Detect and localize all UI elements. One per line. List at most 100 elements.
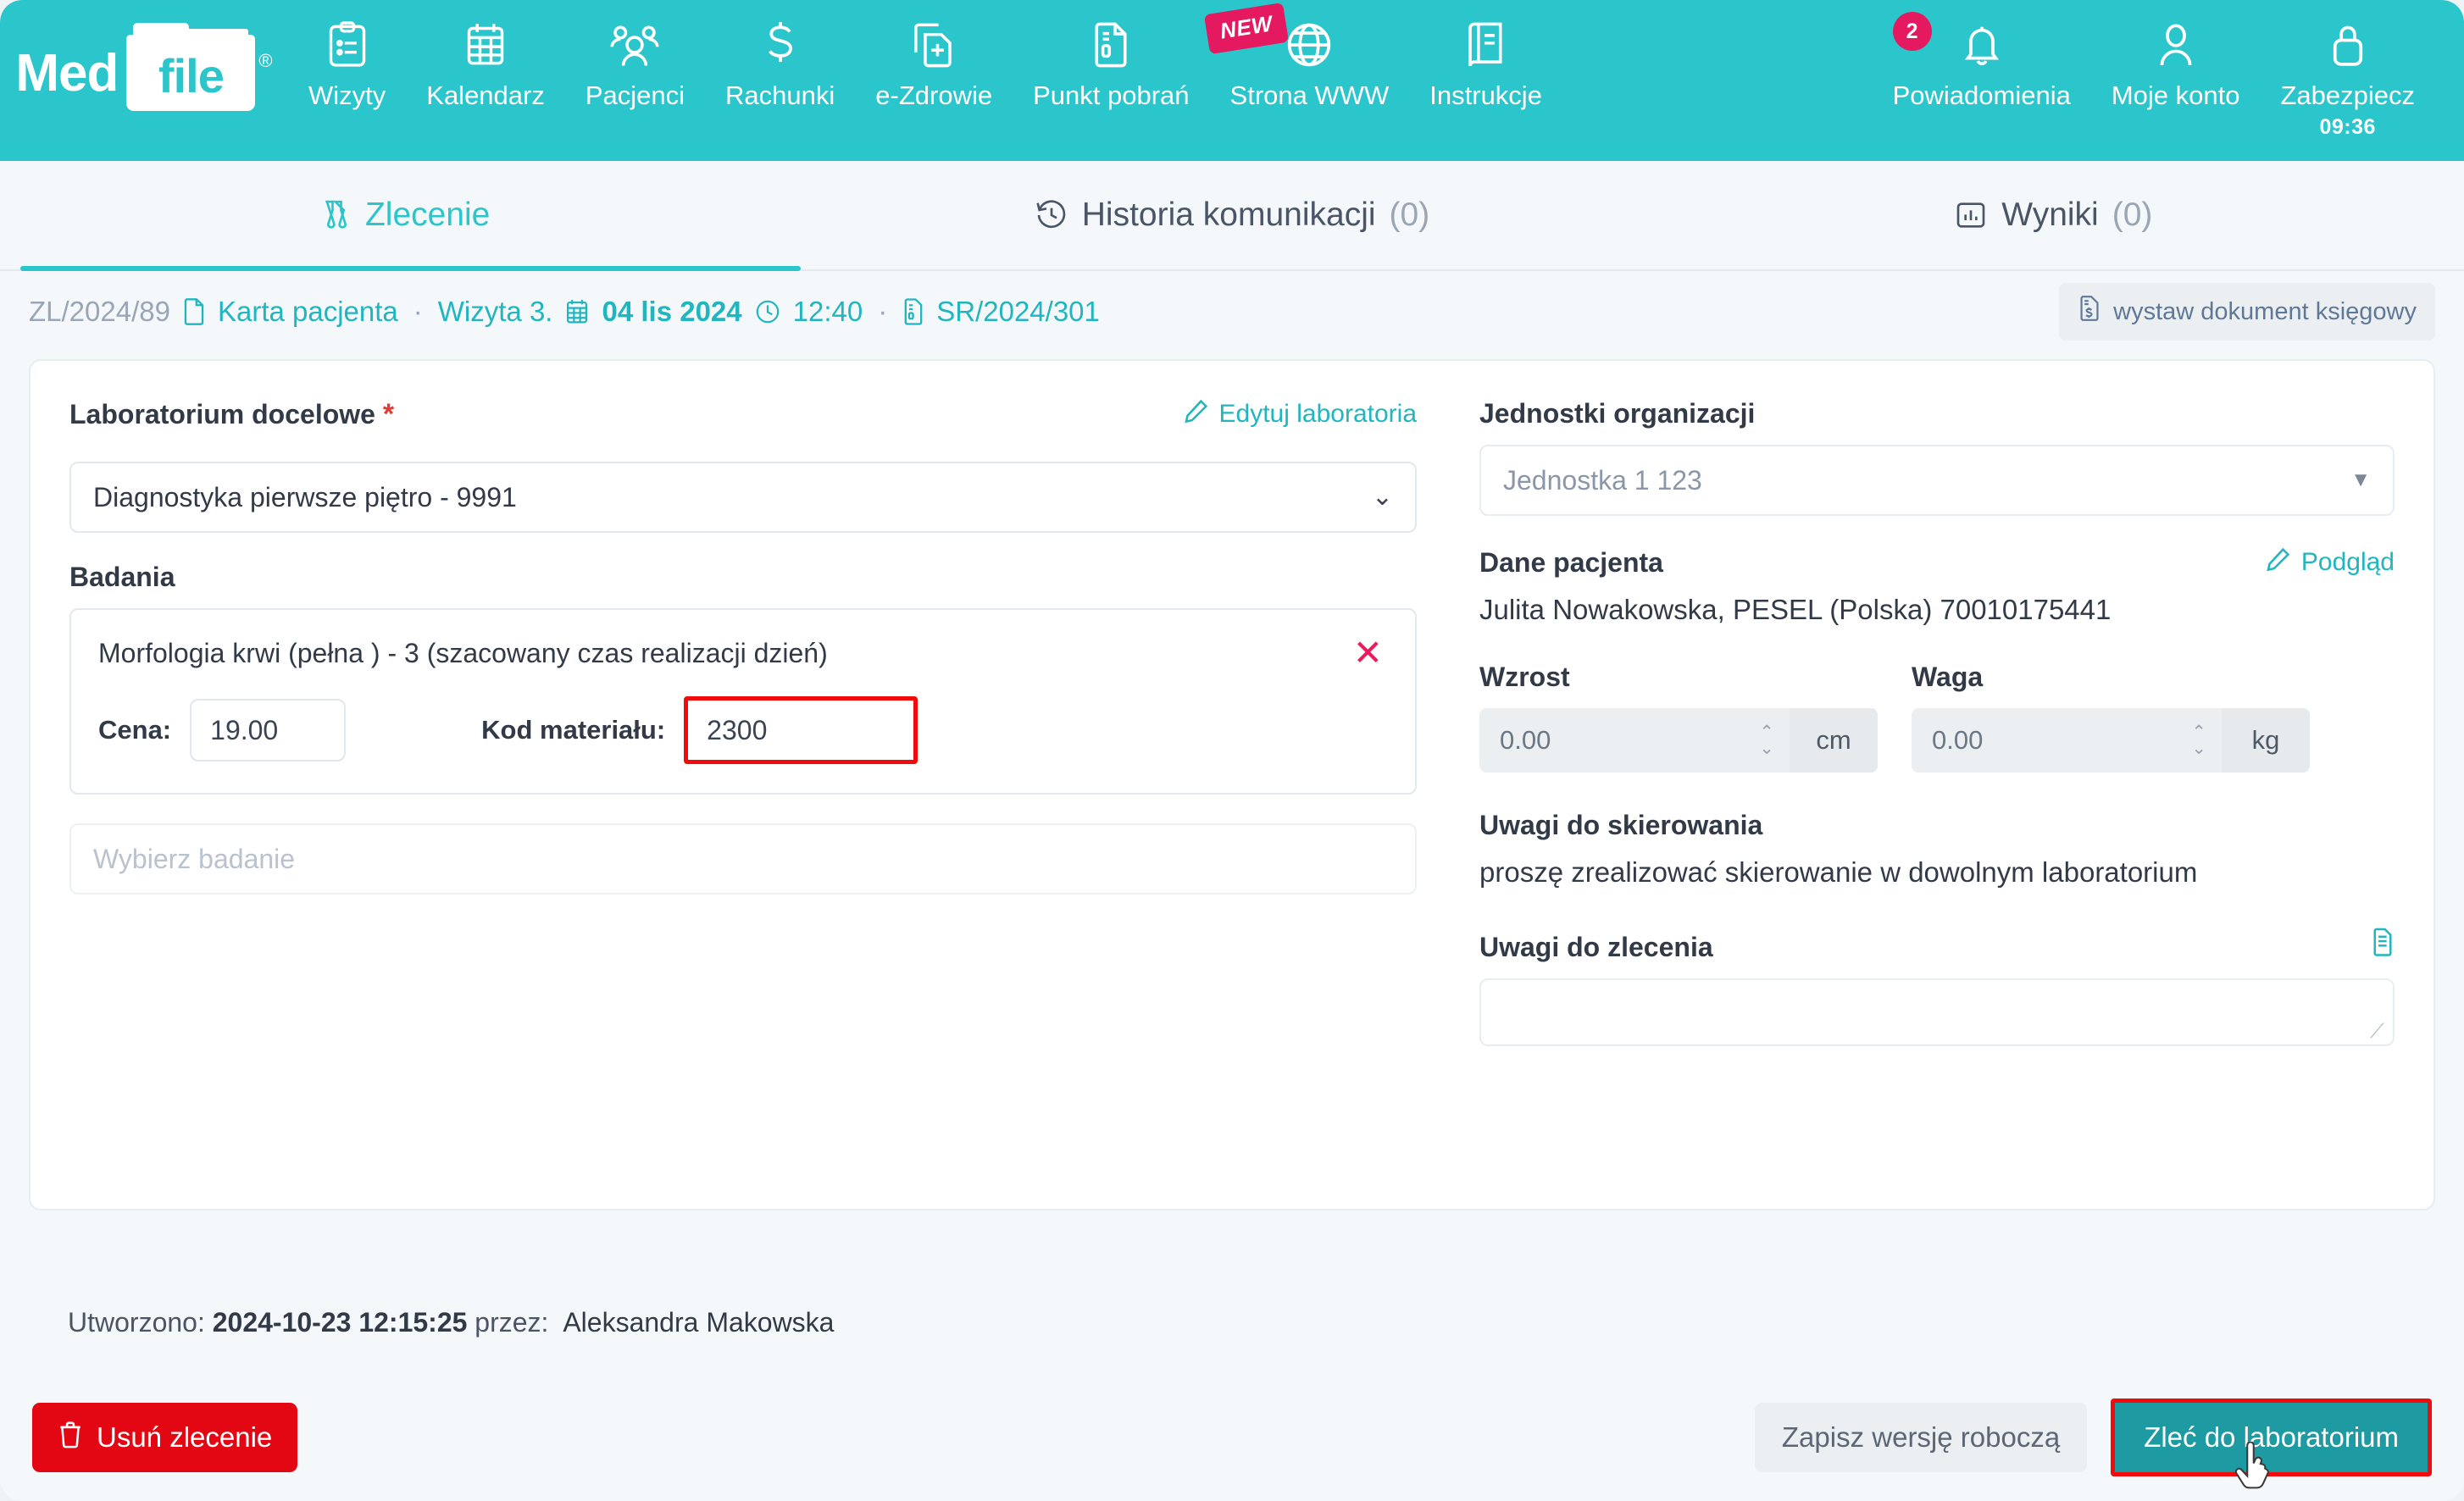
weight-unit: kg	[2222, 708, 2310, 773]
exam-field-row: Cena: Kod materiału:	[98, 696, 1388, 764]
tab-label: Historia komunikacji	[1081, 197, 1376, 233]
document-plus-icon	[910, 19, 957, 71]
nav-item-zabezpiecz[interactable]: Zabezpiecz 09:36	[2260, 19, 2435, 140]
material-code-input[interactable]	[684, 696, 918, 764]
created-info: Utworzono: 2024-10-23 12:15:25 przez: Al…	[68, 1307, 834, 1338]
breadcrumb-date[interactable]: 04 lis 2024	[602, 296, 741, 328]
nav-label: Zabezpiecz	[2280, 80, 2415, 110]
nav-item-wizyty[interactable]: Wizyty	[288, 19, 406, 112]
session-timer: 09:36	[2319, 115, 2376, 139]
delete-order-button[interactable]: Usuń zlecenie	[32, 1403, 298, 1472]
tab-wyniki[interactable]: Wyniki (0)	[1643, 161, 2464, 269]
document-dollar-icon	[2078, 295, 2101, 329]
issue-accounting-document-button[interactable]: wystaw dokument księgowy	[2059, 283, 2435, 341]
order-form-card: Laboratorium docelowe * Edytuj laborator…	[29, 359, 2435, 1210]
book-icon	[1464, 19, 1508, 71]
nav-label: Instrukcje	[1429, 80, 1542, 110]
created-prefix: Utworzono:	[68, 1307, 205, 1338]
stepper-arrows-icon[interactable]: ⌃ ⌄	[2176, 708, 2222, 773]
document-lines-icon	[1090, 19, 1131, 71]
order-to-laboratory-button[interactable]: Zleć do laboratorium	[2115, 1403, 2428, 1472]
nav-item-punkt-pobran[interactable]: Punkt pobrań	[1013, 19, 1209, 112]
breadcrumb-visit[interactable]: Wizyta 3.	[438, 296, 553, 328]
order-notes-label: Uwagi do zlecenia	[1479, 932, 1713, 962]
save-draft-button[interactable]: Zapisz wersję roboczą	[1754, 1403, 2088, 1472]
chevron-down-icon: ⌄	[1371, 483, 1393, 511]
lab-label-row: Laboratorium docelowe * Edytuj laborator…	[69, 398, 1417, 446]
order-notes-template-icon[interactable]	[2371, 928, 2395, 956]
calendar-small-icon	[564, 298, 590, 325]
flask-icon	[318, 198, 352, 232]
logo-text-med: Med	[15, 43, 119, 102]
bell-icon	[1960, 19, 2004, 71]
nav-item-instrukcje[interactable]: Instrukcje	[1409, 19, 1562, 112]
breadcrumb-separator-2: ·	[878, 296, 888, 327]
trash-icon	[58, 1420, 83, 1455]
patient-data-label: Dane pacjenta	[1479, 547, 1663, 578]
main-nav: Wizyty Kalendarz Pacjenci Rachunki e-Zdr…	[288, 0, 2435, 161]
exam-title-row: Morfologia krwi (pełna ) - 3 (szacowany …	[98, 635, 1388, 671]
lock-icon	[2328, 19, 2368, 71]
notification-count-badge: 2	[1892, 12, 1932, 51]
logo-text-file: file	[158, 49, 225, 102]
height-stepper[interactable]: 0.00 ⌃ ⌄ cm	[1479, 708, 1878, 773]
nav-label: Rachunki	[725, 80, 835, 110]
add-exam-select[interactable]: Wybierz badanie	[69, 823, 1417, 895]
tab-count: (0)	[2112, 197, 2153, 233]
selected-laboratory: Diagnostyka pierwsze piętro - 9991	[93, 481, 517, 512]
nav-item-strona-www[interactable]: NEW Strona WWW	[1203, 2, 1410, 112]
order-notes-textarea[interactable]: ⟋	[1479, 978, 2395, 1046]
app-logo[interactable]: Med file ®	[0, 23, 288, 126]
app-window: Med file ® Wizyty Kalendarz Pacjenci Rac…	[0, 0, 2464, 1501]
remove-exam-icon[interactable]: ✕	[1348, 635, 1388, 671]
form-footer: Usuń zlecenie Zapisz wersję roboczą Zleć…	[0, 1374, 2464, 1501]
tab-count: (0)	[1389, 197, 1430, 233]
breadcrumb-time[interactable]: 12:40	[793, 296, 863, 328]
tab-historia-komunikacji[interactable]: Historia komunikacji (0)	[821, 161, 1642, 269]
breadcrumb-patient-card[interactable]: Karta pacjenta	[218, 296, 398, 328]
people-icon	[610, 19, 660, 71]
patient-preview-link[interactable]: Podgląd	[2266, 546, 2395, 579]
tab-bar: Zlecenie Historia komunikacji (0) Wyniki…	[0, 161, 2464, 271]
weight-stepper[interactable]: 0.00 ⌃ ⌄ kg	[1912, 708, 2310, 773]
resize-handle-icon[interactable]: ⟋	[2370, 1022, 2387, 1042]
pencil-icon	[1184, 398, 1209, 430]
nav-item-kalendarz[interactable]: Kalendarz	[406, 19, 565, 112]
nav-item-rachunki[interactable]: Rachunki	[705, 19, 855, 112]
chart-icon	[1954, 198, 1988, 232]
height-label: Wzrost	[1479, 662, 1570, 692]
nav-label: Powiadomienia	[1892, 80, 2071, 110]
tab-zlecenie[interactable]: Zlecenie	[0, 161, 821, 271]
nav-item-powiadomienia[interactable]: 2 Powiadomienia	[1873, 12, 2091, 112]
ledger-button-label: wystaw dokument księgowy	[2113, 297, 2417, 325]
price-input[interactable]	[190, 699, 347, 762]
stepper-arrows-icon[interactable]: ⌃ ⌄	[1744, 708, 1790, 773]
target-laboratory-select[interactable]: Diagnostyka pierwsze piętro - 9991 ⌄	[69, 462, 1417, 533]
breadcrumb-referral-id[interactable]: SR/2024/301	[936, 296, 1100, 328]
chevron-down-icon[interactable]: ⌄	[1759, 739, 1774, 757]
edit-laboratories-link[interactable]: Edytuj laboratoria	[1184, 398, 1417, 430]
registered-mark: ®	[258, 50, 273, 71]
logo-folder-shape: file	[126, 23, 256, 111]
referral-notes-value: proszę zrealizować skierowanie w dowolny…	[1479, 856, 2198, 888]
material-code-label: Kod materiału:	[481, 715, 666, 745]
delete-button-label: Usuń zlecenie	[97, 1421, 273, 1453]
clock-icon	[754, 298, 781, 325]
nav-label: Kalendarz	[426, 80, 545, 110]
form-right-column: Jednostki organizacji Jednostka 1 123 ▼ …	[1479, 398, 2395, 1209]
preview-label: Podgląd	[2300, 548, 2395, 576]
lab-label-text: Laboratorium docelowe	[69, 399, 375, 429]
created-by-label: przez:	[474, 1307, 549, 1338]
nav-item-ezdrowie[interactable]: e-Zdrowie	[855, 19, 1013, 112]
nav-item-pacjenci[interactable]: Pacjenci	[565, 19, 705, 112]
weight-value: 0.00	[1932, 725, 1984, 755]
exams-section-label: Badania	[69, 562, 175, 592]
nav-label: Moje konto	[2111, 80, 2240, 110]
required-asterisk: *	[382, 398, 395, 430]
lab-field-label: Laboratorium docelowe *	[69, 398, 394, 431]
clipboard-icon	[325, 19, 369, 71]
chevron-down-icon[interactable]: ⌄	[2191, 739, 2206, 757]
top-navigation-bar: Med file ® Wizyty Kalendarz Pacjenci Rac…	[0, 0, 2464, 161]
org-unit-select[interactable]: Jednostka 1 123 ▼	[1479, 445, 2395, 516]
nav-item-moje-konto[interactable]: Moje konto	[2091, 19, 2261, 112]
